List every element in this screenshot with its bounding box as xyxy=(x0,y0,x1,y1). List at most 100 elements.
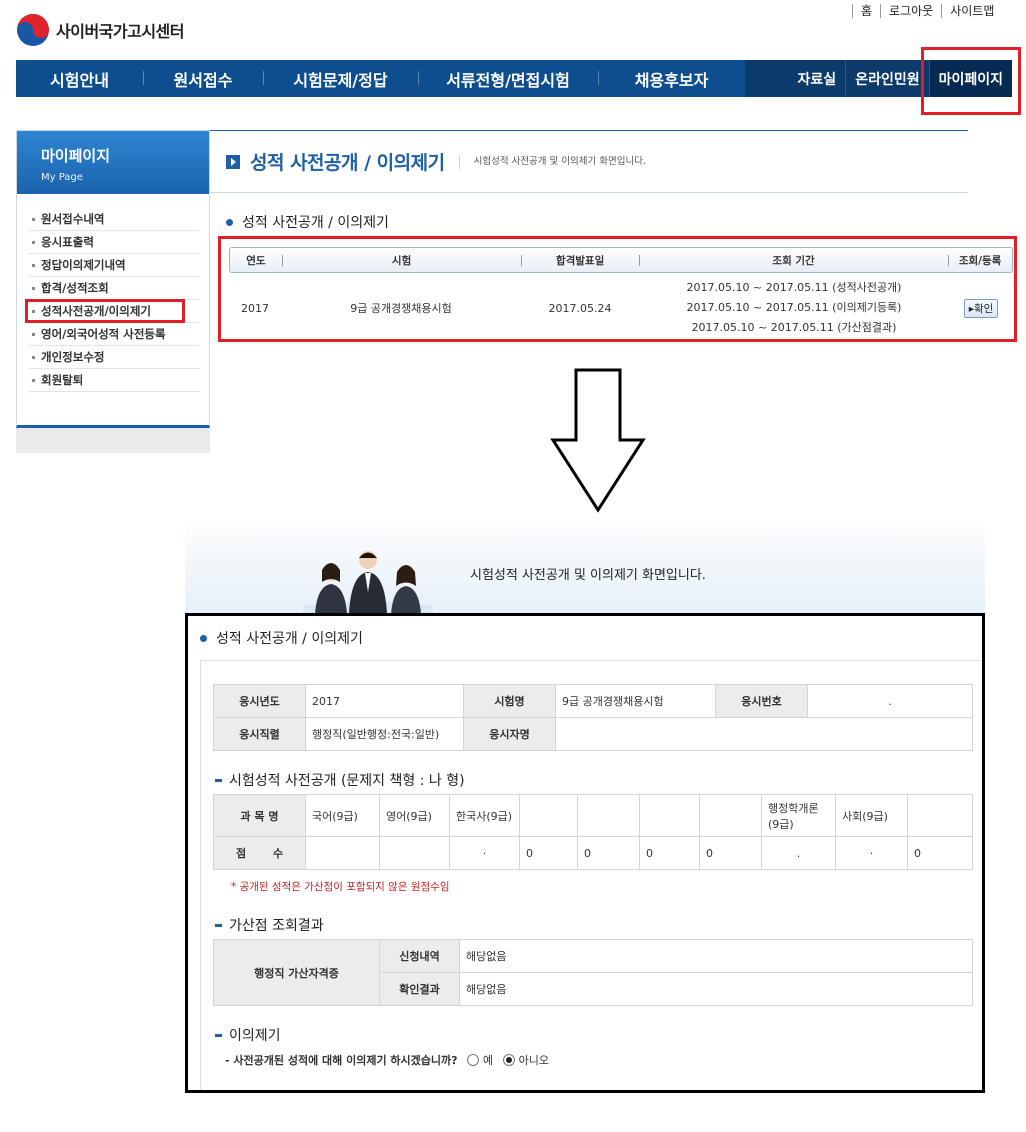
subject-cell xyxy=(907,794,973,837)
cell-year: 2017 xyxy=(241,301,269,315)
score-cell: . xyxy=(761,836,836,870)
objection-section-title-text: 이의제기 xyxy=(229,1028,281,1044)
label-result: 확인결과 xyxy=(379,972,460,1006)
score-cell: 0 xyxy=(519,836,578,870)
value-name xyxy=(555,717,973,751)
value-number: . xyxy=(807,684,973,718)
title-play-icon xyxy=(226,154,240,169)
period-score-preview: 2017.05.10 ~ 2017.05.11 (성적사전공개) xyxy=(686,281,902,294)
nav-application[interactable]: 원서접수 xyxy=(143,60,263,97)
home-link[interactable]: 홈 xyxy=(852,4,880,18)
subject-cell xyxy=(577,794,640,837)
menu-item-result-score[interactable]: 합격/성적조회 xyxy=(29,277,199,300)
label-name: 응시자명 xyxy=(463,717,556,751)
banner: 시험성적 사전공개 및 이의제기 화면입니다. xyxy=(185,520,985,615)
cell-periods: 2017.05.10 ~ 2017.05.11 (성적사전공개) 2017.05… xyxy=(639,277,949,339)
table-row: 2017 9급 공개경쟁채용시험 2017.05.24 2017.05.10 ~… xyxy=(229,277,1013,339)
score-cell: · xyxy=(449,836,520,870)
left-menu-header: 마이페이지 My Page xyxy=(17,131,209,194)
bonus-section-title: 가산점 조회결과 xyxy=(215,915,324,935)
objection-no-radio[interactable] xyxy=(502,1054,515,1066)
page-title: 성적 사전공개 / 이의제기 xyxy=(250,152,445,174)
menu-item-language-score[interactable]: 영어/외국어성적 사전등록 xyxy=(29,323,199,346)
value-apply: 해당없음 xyxy=(459,939,973,973)
objection-question-row: - 사전공개된 성적에 대해 이의제기 하시겠습니까? 예 아니오 xyxy=(225,1052,549,1068)
section-bar-icon xyxy=(215,1033,222,1037)
nav-document-interview[interactable]: 서류전형/면접시험 xyxy=(418,60,598,97)
subject-cell: 국어(9급) xyxy=(305,794,380,837)
detail-title: 성적 사전공개 / 이의제기 xyxy=(200,628,363,648)
score-cell: 0 xyxy=(907,836,973,870)
value-exam: 9급 공개경쟁채용시험 xyxy=(555,684,716,718)
left-menu-subtitle: My Page xyxy=(41,172,83,183)
score-cell: 0 xyxy=(639,836,700,870)
score-cell: 0 xyxy=(699,836,762,870)
objection-section-title: 이의제기 xyxy=(215,1025,281,1045)
sitemap-link[interactable]: 사이트맵 xyxy=(941,4,1002,18)
nav-online-civil[interactable]: 온라인민원 xyxy=(845,60,928,97)
logout-link[interactable]: 로그아웃 xyxy=(880,4,941,18)
global-nav: 시험안내 원서접수 시험문제/정답 서류전형/면접시험 채용후보자 자료실 온라… xyxy=(16,60,1012,97)
nav-candidates[interactable]: 채용후보자 xyxy=(598,60,745,97)
exam-list-table: 연도 시험 합격발표일 조회 기간 조회/등록 2017 9급 공개경쟁채용시험… xyxy=(218,236,1017,342)
menu-item-answer-objection[interactable]: 정답이의제기내역 xyxy=(29,254,199,277)
objection-question: - 사전공개된 성적에 대해 이의제기 하시겠습니까? xyxy=(225,1054,458,1067)
period-objection: 2017.05.10 ~ 2017.05.11 (이의제기등록) xyxy=(686,301,902,314)
banner-text: 시험성적 사전공개 및 이의제기 화면입니다. xyxy=(470,568,706,583)
highlight-mypage xyxy=(921,47,1021,115)
score-note: * 공개된 성적은 가산점이 포함되지 않은 원점수임 xyxy=(231,881,450,893)
value-job: 행정직(일반행정:전국:일반) xyxy=(305,717,464,751)
section-bar-icon xyxy=(215,923,222,927)
left-menu-title: 마이페이지 xyxy=(41,147,111,165)
menu-item-withdraw[interactable]: 회원탈퇴 xyxy=(29,369,199,392)
col-announce-date: 합격발표일 xyxy=(521,248,639,272)
left-menu: 마이페이지 My Page 원서접수내역 응시표출력 정답이의제기내역 합격/성… xyxy=(16,130,210,428)
list-section-title-text: 성적 사전공개 / 이의제기 xyxy=(242,215,389,231)
nav-exam-info[interactable]: 시험안내 xyxy=(16,60,143,97)
page-description: 시험성적 사전공개 및 이의제기 화면입니다. xyxy=(458,154,646,169)
objection-yes-label[interactable]: 예 xyxy=(483,1054,493,1067)
menu-item-edit-profile[interactable]: 개인정보수정 xyxy=(29,346,199,369)
detail-content: 응시년도 2017 시험명 9급 공개경쟁채용시험 응시번호 . 응시직렬 행정… xyxy=(200,660,980,1090)
confirm-button-label: 확인 xyxy=(973,302,994,315)
subject-cell: 영어(9급) xyxy=(379,794,450,837)
exam-list-header: 연도 시험 합격발표일 조회 기간 조회/등록 xyxy=(229,247,1013,273)
nav-questions-answers[interactable]: 시험문제/정답 xyxy=(263,60,418,97)
cell-action: ▸확인 xyxy=(949,277,1013,339)
col-year: 연도 xyxy=(246,254,266,267)
utility-links: 홈 로그아웃 사이트맵 xyxy=(852,4,1002,18)
subject-cell: 행정학개론(9급) xyxy=(761,794,836,837)
col-action: 조회/등록 xyxy=(948,248,1012,272)
score-cell xyxy=(379,836,450,870)
col-exam: 시험 xyxy=(281,248,521,272)
label-job: 응시직렬 xyxy=(213,717,306,751)
score-section-title-text: 시험성적 사전공개 (문제지 책형 : 나 형) xyxy=(229,773,465,789)
left-menu-shadow xyxy=(16,428,210,453)
bonus-table: 행정직 가산자격증 신청내역 해당없음 확인결과 해당없음 xyxy=(213,939,973,1006)
label-year: 응시년도 xyxy=(213,684,306,718)
label-apply: 신청내역 xyxy=(379,939,460,973)
objection-yes-radio[interactable] xyxy=(467,1054,479,1066)
taegeuk-emblem-icon xyxy=(16,13,50,47)
section-bar-icon xyxy=(215,778,222,782)
bullet-dot-icon xyxy=(200,634,207,642)
menu-item-application-history[interactable]: 원서접수내역 xyxy=(29,208,199,231)
subject-cell: 사회(9급) xyxy=(835,794,908,837)
detail-title-text: 성적 사전공개 / 이의제기 xyxy=(216,631,363,647)
nav-archive[interactable]: 자료실 xyxy=(789,60,846,97)
label-number: 응시번호 xyxy=(715,684,808,718)
detail-frame: 성적 사전공개 / 이의제기 응시년도 2017 시험명 9급 공개경쟁채용시험… xyxy=(185,613,985,1093)
score-cell xyxy=(305,836,380,870)
site-title: 사이버국가고시센터 xyxy=(56,22,184,41)
bonus-section-title-text: 가산점 조회결과 xyxy=(229,918,324,934)
confirm-button[interactable]: ▸확인 xyxy=(963,298,999,318)
score-table: 과 목 명 국어(9급) 영어(9급) 한국사(9급) 행정학개론(9급) 사회… xyxy=(213,794,973,870)
applicant-info-table: 응시년도 2017 시험명 9급 공개경쟁채용시험 응시번호 . 응시직렬 행정… xyxy=(213,684,973,751)
menu-item-admission-ticket[interactable]: 응시표출력 xyxy=(29,231,199,254)
objection-no-label[interactable]: 아니오 xyxy=(519,1054,549,1067)
site-logo[interactable]: 사이버국가고시센터 xyxy=(16,12,216,48)
bonus-category: 행정직 가산자격증 xyxy=(213,939,380,1006)
bullet-dot-icon xyxy=(226,218,233,226)
label-subject: 과 목 명 xyxy=(213,794,306,837)
value-result: 해당없음 xyxy=(459,972,973,1006)
